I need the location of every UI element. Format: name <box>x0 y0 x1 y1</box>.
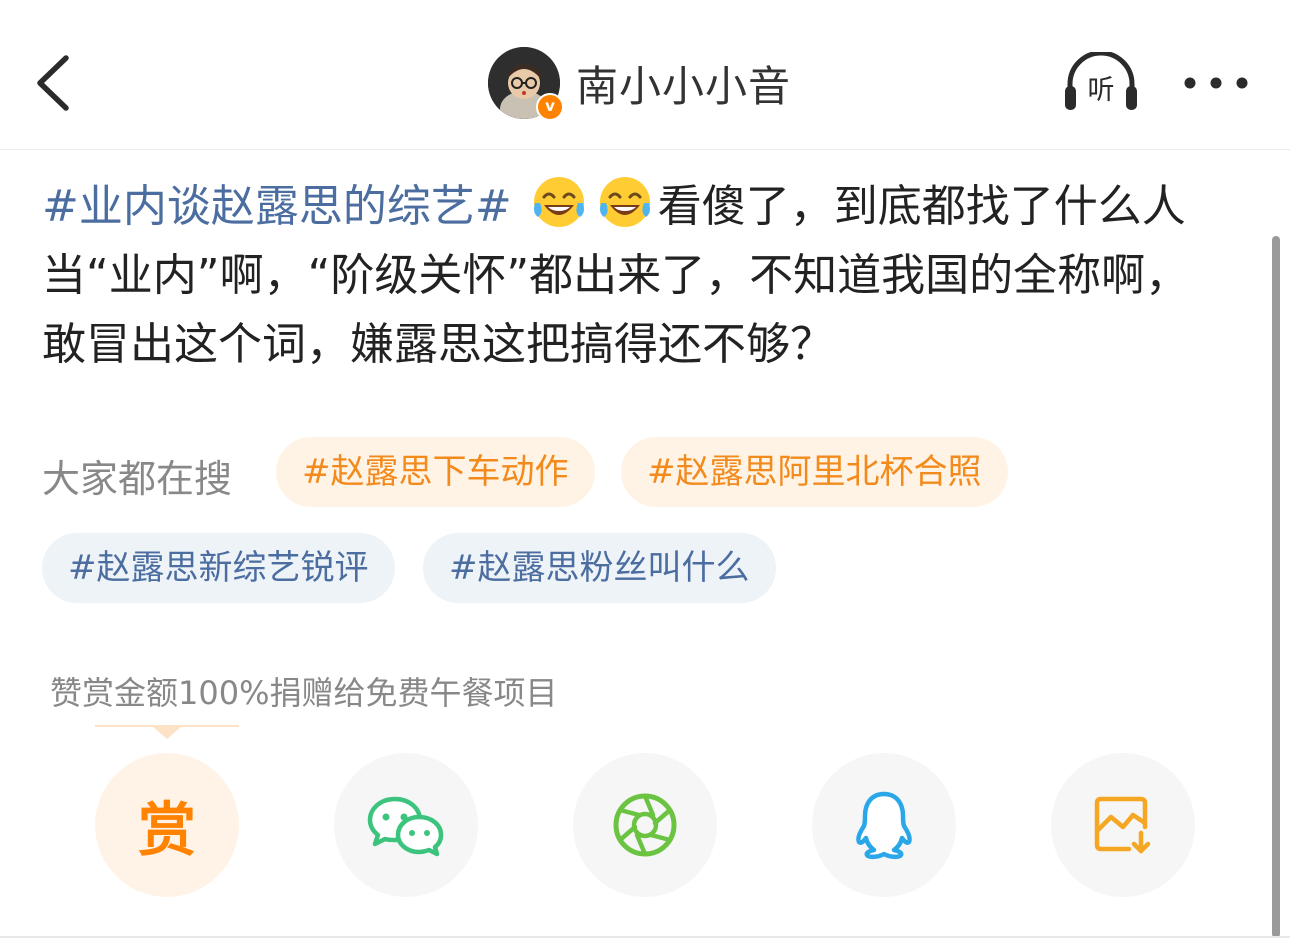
post-text: #业内谈赵露思的综艺# 看傻了，到底都找了什么人当“业内”啊，“阶级关怀”都出来… <box>42 172 1222 379</box>
more-button[interactable] <box>1180 66 1252 100</box>
reward-note: 赞赏金额100%捐赠给免费午餐项目 <box>50 674 558 712</box>
more-dots-icon <box>1184 77 1248 89</box>
weibo-share-page: v 南小小小音 听 #业内谈赵露思的综艺# 看傻了，到底都找了什么人当“业内”啊… <box>0 0 1290 938</box>
qq-penguin-icon <box>856 791 912 860</box>
share-moments-button[interactable] <box>573 753 717 897</box>
verified-badge: v <box>536 93 564 121</box>
topic-link[interactable]: #业内谈赵露思的综艺# <box>42 181 512 232</box>
share-wechat-button[interactable] <box>334 753 478 897</box>
hot-search-chip[interactable]: #赵露思阿里北杯合照 <box>621 437 1008 507</box>
top-bar: v 南小小小音 听 <box>0 0 1290 150</box>
share-qq-button[interactable] <box>812 753 956 897</box>
save-image-button[interactable] <box>1051 753 1195 897</box>
reward-button[interactable]: 赏 <box>95 753 239 897</box>
author-info[interactable]: v 南小小小音 <box>488 46 791 121</box>
hot-search-chip[interactable]: #赵露思粉丝叫什么 <box>423 533 776 603</box>
scrollbar[interactable] <box>1272 236 1280 938</box>
laughing-tears-emoji-icon <box>533 177 584 227</box>
tooltip-pointer <box>153 727 181 739</box>
hot-search-chip[interactable]: #赵露思下车动作 <box>276 437 595 507</box>
author-name[interactable]: 南小小小音 <box>576 53 791 114</box>
back-button[interactable] <box>30 48 80 118</box>
hot-search-label: 大家都在搜 <box>42 457 233 501</box>
save-image-icon <box>1094 796 1151 854</box>
listen-button[interactable]: 听 <box>1062 50 1140 114</box>
hot-search-chip[interactable]: #赵露思新综艺锐评 <box>42 533 395 603</box>
reward-icon: 赏 <box>137 796 196 864</box>
avatar[interactable]: v <box>488 47 564 121</box>
laughing-tears-emoji-icon <box>599 177 650 227</box>
moments-aperture-icon <box>613 793 677 857</box>
chevron-left-icon <box>37 55 69 111</box>
wechat-icon <box>367 796 444 857</box>
headphones-icon: 听 <box>1065 50 1137 110</box>
listen-label: 听 <box>1088 75 1115 106</box>
